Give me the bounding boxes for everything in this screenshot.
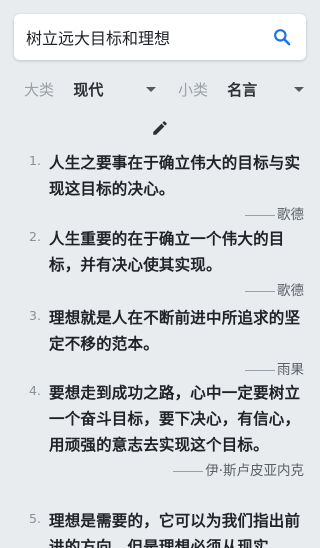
subcategory-label: 小类	[177, 80, 208, 99]
quote-author: 雨果	[49, 359, 304, 381]
item-number: 5.	[29, 511, 41, 526]
quote-list: 1. 人生之要事在于确立伟大的目标与实现这目标的决心。 歌德 2. 人生重要的在…	[0, 150, 320, 548]
quote-text: 理想就是人在不断前进中所追求的坚定不移的范本。	[49, 309, 301, 353]
list-item[interactable]: 1. 人生之要事在于确立伟大的目标与实现这目标的决心。 歌德	[0, 150, 320, 226]
item-number: 4.	[29, 383, 41, 398]
edit-button[interactable]	[151, 119, 169, 137]
pencil-icon	[153, 121, 167, 135]
subcategory-value: 名言	[227, 80, 258, 99]
quote-text: 理想是需要的，它可以为我们指出前进的方向，但是理想必须从现实	[49, 512, 301, 548]
quote-author: 伊·斯卢皮亚内克	[49, 460, 304, 482]
quote-author: 歌德	[49, 280, 304, 302]
search-icon	[274, 29, 291, 46]
list-item[interactable]: 5. 理想是需要的，它可以为我们指出前进的方向，但是理想必须从现实	[0, 508, 320, 548]
filter-row: 大类 现代 小类 名言	[24, 76, 304, 102]
quote-author: 歌德	[49, 204, 304, 226]
list-item[interactable]: 3. 理想就是人在不断前进中所追求的坚定不移的范本。 雨果	[0, 305, 320, 380]
item-number: 3.	[29, 308, 41, 323]
category-label: 大类	[24, 80, 55, 99]
category-dropdown[interactable]: 现代	[73, 79, 156, 100]
chevron-down-icon	[294, 86, 304, 92]
list-item[interactable]: 4. 要想走到成功之路，心中一定要树立一个奋斗目标，要下决心，有信心，用顽强的意…	[0, 380, 320, 508]
quote-text: 人生重要的在于确立一个伟大的目标，并有决心使其实现。	[49, 230, 285, 274]
quote-text: 人生之要事在于确立伟大的目标与实现这目标的决心。	[49, 154, 301, 198]
search-bar	[14, 14, 306, 60]
quote-text: 要想走到成功之路，心中一定要树立一个奋斗目标，要下决心，有信心，用顽强的意志去实…	[49, 384, 301, 454]
category-value: 现代	[73, 80, 104, 99]
chevron-down-icon	[145, 86, 156, 92]
item-number: 1.	[29, 153, 41, 168]
item-number: 2.	[29, 229, 41, 244]
search-input[interactable]	[26, 27, 270, 47]
search-button[interactable]	[270, 25, 294, 49]
list-item[interactable]: 2. 人生重要的在于确立一个伟大的目标，并有决心使其实现。 歌德	[0, 226, 320, 305]
subcategory-dropdown[interactable]: 名言	[227, 79, 304, 100]
